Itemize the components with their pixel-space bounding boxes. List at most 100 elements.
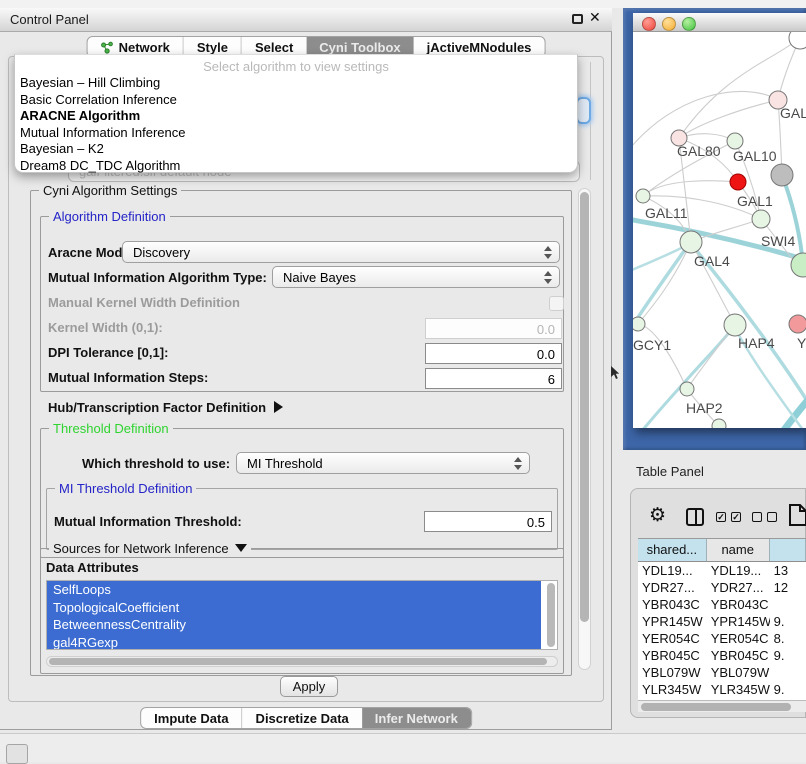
mac-close-button[interactable] — [642, 17, 656, 31]
network-node[interactable] — [680, 231, 702, 253]
mac-minimize-button[interactable] — [662, 17, 676, 31]
gear-icon[interactable]: ⚙ — [649, 504, 666, 526]
hub-definition-toggle[interactable]: Hub/Transcription Factor Definition — [48, 400, 283, 415]
cyni-mode-tabs: Impute Data Discretize DataInfer Network — [140, 707, 472, 729]
table-cell: YPR145W — [707, 613, 770, 630]
network-canvas[interactable]: GALGAL80GAL10GAL1GAL11SWI4GAL4GCY1HAP4YH… — [633, 32, 806, 428]
select-all-checkbox-icon[interactable]: ✓ — [731, 512, 741, 522]
column-header[interactable] — [770, 539, 806, 561]
column-header[interactable]: shared... — [638, 539, 707, 561]
attributes-vertical-scrollbar[interactable] — [546, 582, 556, 648]
data-attributes-list[interactable]: SelfLoopsTopologicalCoefficientBetweenne… — [46, 580, 558, 650]
algorithm-option[interactable]: Bayesian – Hill Climbing — [15, 75, 577, 92]
tab-discretize-data[interactable]: Discretize Data — [242, 708, 362, 728]
manual-kernel-width-checkbox[interactable] — [549, 296, 564, 311]
table-row[interactable]: YPR145WYPR145W9. — [638, 613, 806, 630]
table-body: YDL19...YDL19...13YDR27...YDR27...12YBR0… — [638, 562, 806, 700]
table-row[interactable]: YDL19...YDL19...13 — [638, 562, 806, 579]
select-all-checkbox-icon[interactable]: ✓ — [716, 512, 726, 522]
deselect-all-checkbox-icon[interactable] — [752, 512, 762, 522]
combo-arrows-icon — [514, 457, 522, 471]
network-node[interactable] — [789, 32, 806, 49]
table-row[interactable]: YDR27...YDR27...12 — [638, 579, 806, 596]
table-row[interactable]: YER054CYER054C8. — [638, 630, 806, 647]
sources-group-title[interactable]: Sources for Network Inference — [49, 541, 251, 556]
network-node[interactable] — [730, 174, 746, 190]
network-node-label: GAL4 — [694, 253, 730, 269]
mac-zoom-button[interactable] — [682, 17, 696, 31]
network-node[interactable] — [633, 317, 645, 331]
panel-mini-button[interactable] — [6, 744, 28, 764]
mi-threshold-label: Mutual Information Threshold: — [54, 514, 242, 529]
table-cell: 9. — [770, 681, 806, 698]
table-row[interactable]: YBR045CYBR045C9. — [638, 647, 806, 664]
mi-algo-type-select[interactable]: Naive Bayes — [272, 266, 560, 288]
tab-label: Style — [197, 40, 228, 55]
apply-button[interactable]: Apply — [280, 676, 338, 697]
attribute-item[interactable]: TopologicalCoefficient — [47, 599, 541, 617]
network-node[interactable] — [636, 189, 650, 203]
table-cell: YBR043C — [638, 596, 707, 613]
algorithm-dropdown-placeholder: Select algorithm to view settings — [15, 58, 577, 75]
attribute-item[interactable]: SelfLoops — [47, 581, 541, 599]
table-horizontal-scrollbar[interactable] — [638, 700, 806, 712]
algorithm-option[interactable]: Mutual Information Inference — [15, 125, 577, 142]
network-edge — [781, 392, 806, 428]
expanded-arrow-icon — [235, 544, 247, 552]
tab-impute-data[interactable]: Impute Data — [141, 708, 241, 728]
dpi-tolerance-label: DPI Tolerance [0,1]: — [48, 345, 168, 360]
table-row[interactable]: YLR345WYLR345W9. — [638, 681, 806, 698]
network-node-label: GAL — [780, 105, 806, 121]
table-cell: 9. — [770, 613, 806, 630]
network-node-label: GAL1 — [737, 193, 773, 209]
dpi-tolerance-field[interactable]: 0.0 — [425, 343, 562, 364]
float-window-icon[interactable] — [572, 14, 583, 24]
algorithm-option[interactable]: Basic Correlation Inference — [15, 92, 577, 109]
document-icon[interactable] — [788, 503, 806, 527]
tab-label: Impute Data — [154, 711, 228, 726]
table-cell: 9. — [770, 647, 806, 664]
attribute-item[interactable]: BetweennessCentrality — [47, 616, 541, 634]
network-node[interactable] — [712, 419, 726, 428]
network-node[interactable] — [752, 210, 770, 228]
which-threshold-value: MI Threshold — [247, 456, 323, 471]
close-icon[interactable]: ✕ — [589, 10, 601, 26]
table-header-row: shared...name — [638, 539, 806, 562]
table-cell: YPR145W — [638, 613, 707, 630]
algorithm-combo-focus-fragment[interactable] — [576, 97, 591, 124]
table-cell — [770, 664, 806, 681]
algorithm-option[interactable]: Dream8 DC_TDC Algorithm — [15, 158, 577, 175]
table-cell — [770, 596, 806, 613]
network-edge — [643, 181, 738, 196]
top-strip — [0, 0, 806, 8]
combo-arrows-icon — [544, 271, 552, 285]
attribute-item[interactable]: gal4RGexp — [47, 634, 541, 651]
settings-vertical-scrollbar[interactable] — [578, 188, 591, 670]
mi-steps-field[interactable]: 6 — [425, 368, 562, 389]
network-node[interactable] — [789, 315, 806, 333]
column-header[interactable]: name — [707, 539, 770, 561]
tab-label: Select — [255, 40, 293, 55]
combo-arrows-icon — [544, 246, 552, 260]
network-node[interactable] — [680, 382, 694, 396]
table-cell: YDR27... — [707, 579, 770, 596]
mi-algo-type-label: Mutual Information Algorithm Type: — [48, 270, 267, 285]
which-threshold-label: Which threshold to use: — [82, 456, 230, 471]
attributes-horizontal-scrollbar[interactable] — [46, 656, 558, 667]
table-row[interactable]: YBR043CYBR043C — [638, 596, 806, 613]
algorithm-option[interactable]: Bayesian – K2 — [15, 141, 577, 158]
aracne-mode-select[interactable]: Discovery — [122, 241, 560, 263]
network-node[interactable] — [724, 314, 746, 336]
table-row[interactable]: YBL079WYBL079W — [638, 664, 806, 681]
kernel-width-field[interactable]: 0.0 — [425, 318, 562, 339]
network-window-titlebar[interactable] — [633, 13, 806, 32]
algorithm-option[interactable]: ARACNE Algorithm — [15, 108, 577, 125]
tab-infer-network[interactable]: Infer Network — [362, 708, 471, 728]
which-threshold-select[interactable]: MI Threshold — [236, 452, 530, 474]
network-node[interactable] — [727, 133, 743, 149]
mi-threshold-field[interactable]: 0.5 — [424, 511, 552, 532]
network-node[interactable] — [771, 164, 793, 186]
columns-icon[interactable] — [686, 508, 704, 526]
deselect-all-checkbox-icon[interactable] — [767, 512, 777, 522]
table-cell: 8. — [770, 630, 806, 647]
